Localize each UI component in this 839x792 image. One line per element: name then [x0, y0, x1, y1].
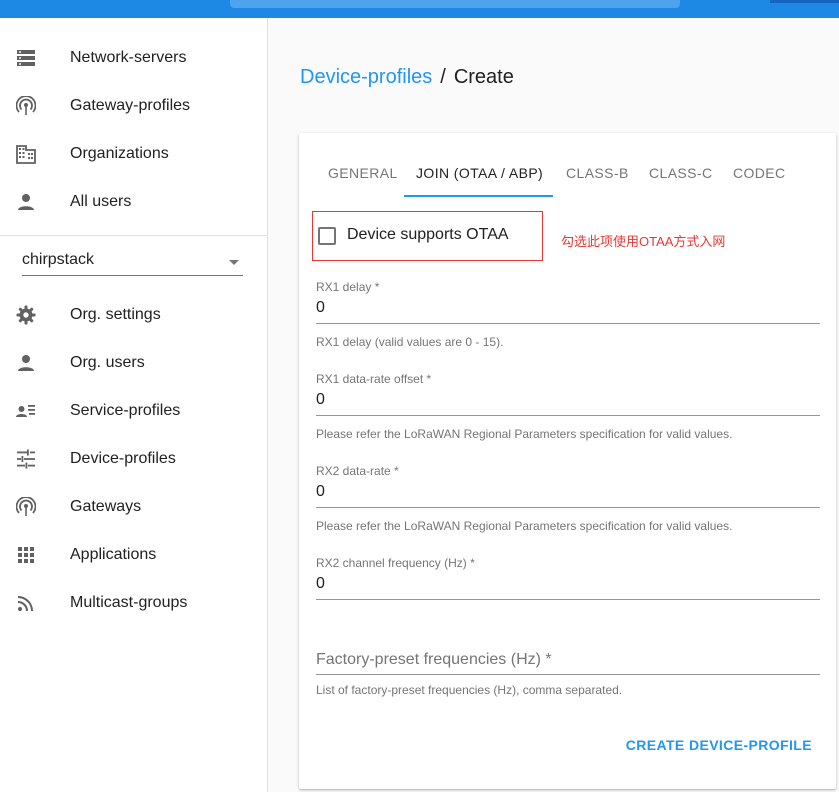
rx1-delay-helper: RX1 delay (valid values are 0 - 15). [316, 335, 504, 349]
search-bar[interactable] [230, 0, 680, 8]
tune-icon [16, 449, 36, 469]
sidebar-item-applications[interactable]: Applications [0, 531, 267, 579]
rx2-dr-helper: Please refer the LoRaWAN Regional Parame… [316, 519, 733, 533]
antenna-icon [16, 96, 36, 116]
antenna-icon [16, 497, 36, 517]
server-icon [16, 48, 36, 68]
rx2-freq-input[interactable]: 0 [316, 572, 820, 600]
otaa-highlight-box: Device supports OTAA [312, 211, 543, 261]
rx2-freq-label: RX2 channel frequency (Hz) * [316, 556, 475, 570]
breadcrumb: Device-profiles / Create [300, 66, 514, 89]
sidebar-item-device-profiles[interactable]: Device-profiles [0, 435, 267, 483]
sidebar-item-service-profiles[interactable]: Service-profiles [0, 387, 267, 435]
tab-join[interactable]: JOIN (OTAA / ABP) [416, 165, 543, 181]
sidebar-item-multicast-groups[interactable]: Multicast-groups [0, 579, 267, 627]
sidebar-item-label: All users [70, 193, 132, 210]
sidebar-divider [0, 235, 267, 236]
sidebar-item-org-settings[interactable]: Org. settings [0, 291, 267, 339]
sidebar-item-label: Device-profiles [70, 450, 176, 467]
sidebar-item-label: Applications [70, 546, 157, 563]
sidebar-item-label: Gateway-profiles [70, 97, 191, 114]
create-device-profile-button[interactable]: CREATE DEVICE-PROFILE [626, 737, 812, 753]
rx1-dr-offset-helper: Please refer the LoRaWAN Regional Parame… [316, 427, 733, 441]
sidebar-item-label: Multicast-groups [70, 594, 188, 611]
person-icon [16, 353, 36, 373]
sidebar-item-label: Gateways [70, 498, 142, 515]
sidebar-item-label: Network-servers [70, 49, 187, 66]
rx1-dr-offset-input[interactable]: 0 [316, 388, 820, 416]
otaa-checkbox-label[interactable]: Device supports OTAA [347, 226, 509, 244]
rss-icon [16, 593, 36, 613]
organization-select[interactable]: chirpstack [22, 248, 243, 276]
device-profile-form-card: GENERAL JOIN (OTAA / ABP) CLASS-B CLASS-… [299, 133, 836, 789]
apps-grid-icon [16, 545, 36, 565]
account-list-icon [16, 401, 36, 421]
factory-preset-frequencies-input[interactable]: Factory-preset frequencies (Hz) * [316, 641, 820, 675]
otaa-checkbox[interactable] [318, 227, 336, 245]
rx1-delay-input[interactable]: 0 [316, 296, 820, 324]
rx2-dr-label: RX2 data-rate * [316, 464, 399, 478]
building-icon [16, 144, 36, 164]
tab-bar: GENERAL JOIN (OTAA / ABP) CLASS-B CLASS-… [299, 133, 836, 197]
organization-select-value: chirpstack [22, 251, 95, 268]
sidebar-item-label: Service-profiles [70, 402, 181, 419]
sidebar-item-label: Org. users [70, 354, 145, 371]
sidebar-item-all-users[interactable]: All users [0, 178, 267, 226]
tab-general[interactable]: GENERAL [328, 165, 398, 181]
otaa-annotation: 勾选此项使用OTAA方式入网 [561, 234, 726, 249]
tab-codec[interactable]: CODEC [733, 165, 786, 181]
rx1-delay-label: RX1 delay * [316, 280, 380, 294]
sidebar-item-label: Organizations [70, 145, 169, 162]
sidebar: Network-servers Gateway-profiles Organiz… [0, 18, 268, 792]
sidebar-item-gateways[interactable]: Gateways [0, 483, 267, 531]
profile-button[interactable] [770, 0, 839, 3]
rx1-dr-offset-label: RX1 data-rate offset * [316, 372, 432, 386]
rx2-dr-input[interactable]: 0 [316, 480, 820, 508]
tab-class-b[interactable]: CLASS-B [566, 165, 629, 181]
factory-preset-frequencies-helper: List of factory-preset frequencies (Hz),… [316, 683, 623, 697]
active-tab-indicator [404, 195, 553, 197]
breadcrumb-separator: / [440, 66, 446, 88]
sidebar-item-org-users[interactable]: Org. users [0, 339, 267, 387]
caret-down-icon [229, 260, 239, 265]
sidebar-item-label: Org. settings [70, 306, 161, 323]
top-app-bar [0, 0, 839, 18]
breadcrumb-device-profiles-link[interactable]: Device-profiles [300, 66, 432, 89]
gear-icon [16, 305, 36, 325]
factory-preset-frequencies-placeholder: Factory-preset frequencies (Hz) * [316, 651, 552, 668]
tab-class-c[interactable]: CLASS-C [649, 165, 712, 181]
page-title: Create [453, 66, 514, 88]
person-icon [16, 192, 36, 212]
sidebar-item-network-servers[interactable]: Network-servers [0, 34, 267, 82]
sidebar-item-gateway-profiles[interactable]: Gateway-profiles [0, 82, 267, 130]
sidebar-item-organizations[interactable]: Organizations [0, 130, 267, 178]
